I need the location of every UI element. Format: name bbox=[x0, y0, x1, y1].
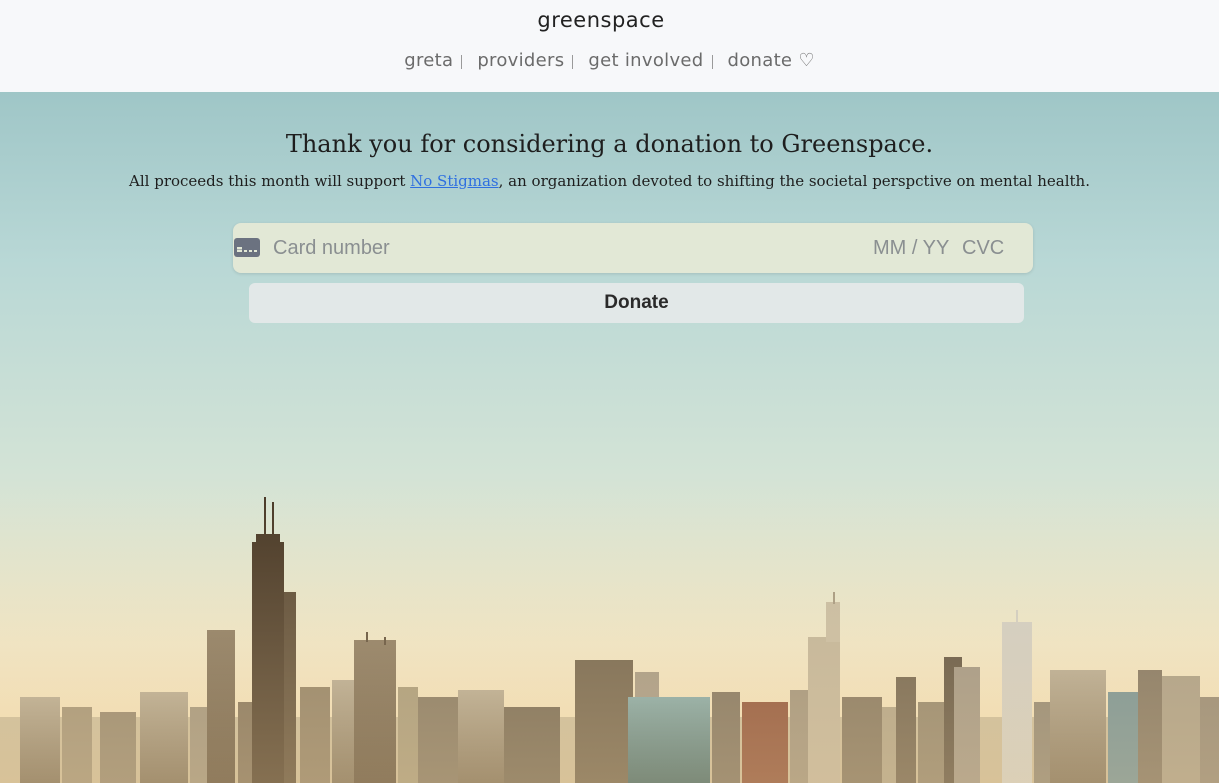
nav-divider bbox=[572, 54, 574, 69]
donation-heading: Thank you for considering a donation to … bbox=[285, 130, 934, 158]
nav-link-greta[interactable]: greta bbox=[404, 50, 453, 71]
nav-link-get-involved[interactable]: get involved bbox=[588, 50, 703, 71]
nav-divider bbox=[461, 54, 463, 69]
card-expiry-input[interactable] bbox=[873, 223, 955, 273]
hero-section: Thank you for considering a donation to … bbox=[0, 92, 1219, 783]
nav-divider bbox=[711, 54, 713, 69]
card-cvc-input[interactable] bbox=[962, 223, 1022, 273]
nav-link-providers[interactable]: providers bbox=[477, 50, 564, 71]
subtitle-suffix: , an organization devoted to shifting th… bbox=[498, 172, 1090, 190]
no-stigmas-link[interactable]: No Stigmas bbox=[410, 172, 499, 190]
nav-link-donate[interactable]: donate ♡ bbox=[728, 50, 815, 71]
subtitle-prefix: All proceeds this month will support bbox=[129, 172, 411, 190]
brand-logo[interactable]: greenspace bbox=[0, 8, 1202, 32]
main-nav: greta providers get involved donate ♡ bbox=[0, 50, 1219, 71]
card-number-input[interactable] bbox=[273, 223, 833, 273]
card-input-group bbox=[233, 223, 1033, 273]
city-skyline-image bbox=[0, 492, 1219, 783]
site-header: greenspace greta providers get involved … bbox=[0, 0, 1219, 92]
credit-card-icon bbox=[234, 238, 260, 257]
donate-button[interactable]: Donate bbox=[249, 283, 1024, 323]
donation-subtitle: All proceeds this month will support No … bbox=[0, 172, 1219, 190]
